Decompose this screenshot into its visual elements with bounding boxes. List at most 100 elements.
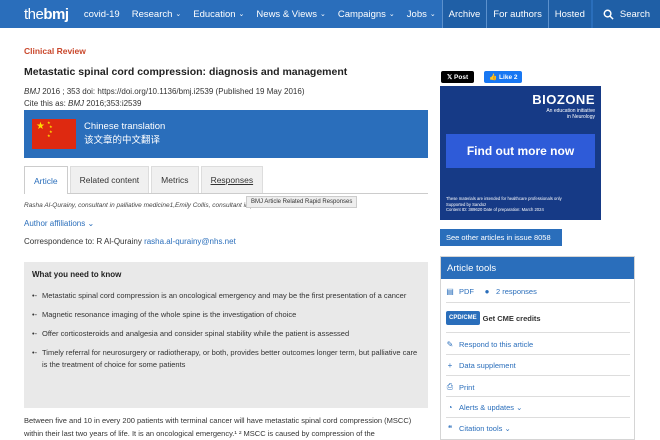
tab-related-content[interactable]: Related content (69, 166, 150, 193)
nav-item-news-views[interactable]: News & Views ⌄ (250, 0, 331, 28)
page-title: Metastatic spinal cord compression: diag… (24, 66, 348, 78)
chevron-down-icon: ⌄ (429, 11, 436, 18)
key-points-box: What you need to know •- Metastatic spina… (24, 262, 428, 408)
print-label: Print (459, 382, 475, 392)
ad-fine-print: These materials are intended for healthc… (446, 196, 562, 213)
bullet-text: Metastatic spinal cord compression is an… (42, 291, 407, 300)
nav-label: Education (193, 8, 236, 20)
correspondence-label: Correspondence to: R Al-Qurainy (24, 237, 145, 246)
china-flag-icon: ★ ★ ★ ★ ★ (32, 119, 76, 149)
citation-label: Citation tools (459, 424, 503, 433)
list-item: •- Magnetic resonance imaging of the whol… (32, 309, 420, 321)
chevron-down-icon: ⌄ (175, 11, 182, 18)
responses-label: 2 responses (496, 287, 537, 296)
print-link[interactable]: ⎙ Print (446, 382, 475, 392)
translation-sublabel: 该文章的中文翻译 (84, 135, 161, 146)
nav-label: Jobs (406, 8, 427, 20)
list-item: •- Timely referral for neurosurgery or ra… (32, 347, 420, 371)
cite-as-label: Cite this as: (24, 99, 69, 108)
nav-item-hosted[interactable]: Hosted (548, 0, 591, 28)
respond-link[interactable]: ✎ Respond to this article (446, 340, 534, 349)
speech-bubble-icon: ● (484, 287, 490, 296)
published-date: (Published 19 May 2016) (213, 87, 305, 96)
responses-link[interactable]: ● 2 responses (483, 287, 537, 296)
bullet-icon: •- (32, 291, 38, 300)
logo-the: the (24, 5, 44, 23)
key-points-title: What you need to know (32, 270, 122, 279)
pdf-link[interactable]: ▤ PDF (446, 287, 474, 296)
bmj-logo[interactable]: the bmj (0, 0, 78, 28)
article-tabs: Article Related content Metrics Response… (24, 166, 428, 194)
nav-item-jobs[interactable]: Jobs ⌄ (401, 0, 442, 28)
citation-tools-dropdown[interactable]: ❝ Citation tools ⌄ (446, 424, 511, 433)
bullet-icon: •- (32, 310, 38, 319)
ad-brand: BIOZONE (532, 92, 595, 107)
tab-responses-label: Responses (210, 175, 254, 185)
correspondence-email[interactable]: rasha.al-qurainy@nhs.net (144, 237, 236, 246)
nav-item-covid[interactable]: covid-19 (78, 0, 126, 28)
nav-item-research[interactable]: Research ⌄ (126, 0, 188, 28)
article-paragraph: Between five and 10 in every 200 patient… (24, 416, 412, 438)
divider (446, 396, 630, 397)
divider (446, 332, 630, 333)
data-supplement-link[interactable]: + Data supplement (446, 361, 516, 370)
pdf-label: PDF (459, 287, 474, 296)
x-post-button[interactable]: 𝕏 Post (441, 71, 475, 83)
tab-responses[interactable]: Responses (200, 166, 264, 193)
section-label[interactable]: Clinical Review (24, 46, 86, 56)
cme-label: Get CME credits (482, 313, 541, 323)
divider (446, 417, 630, 418)
post-label: Post (454, 74, 469, 81)
see-other-articles-button[interactable]: See other articles in issue 8058 (440, 229, 562, 246)
alerts-label: Alerts & updates (459, 403, 515, 412)
chevron-down-icon: ⌄ (238, 11, 245, 18)
chevron-down-icon: ⌄ (504, 424, 511, 433)
bullet-text: Offer corticosteroids and analgesia and … (42, 329, 350, 338)
chevron-down-icon: ⌄ (87, 219, 95, 228)
chinese-translation-banner[interactable]: ★ ★ ★ ★ ★ Chinese translation 该文章的中文翻译 (24, 110, 428, 158)
like-label: Like 2 (499, 74, 518, 81)
bullet-icon: •- (32, 329, 38, 338)
search-icon (603, 9, 614, 20)
journal-name: BMJ (68, 99, 85, 108)
divider (446, 375, 630, 376)
tab-metrics[interactable]: Metrics (151, 166, 199, 193)
facebook-like-button[interactable]: 👍 Like 2 (484, 71, 523, 83)
logo-bmj: bmj (43, 5, 69, 23)
ad-tagline: An education initiative in Neurology (546, 108, 595, 120)
doi-link[interactable]: https://doi.org/10.1136/bmj.i2539 (97, 87, 213, 96)
find-out-more-button[interactable]: Find out more now (446, 134, 595, 168)
thumbs-up-icon: 👍 (489, 74, 500, 81)
list-item: •- Offer corticosteroids and analgesia an… (32, 328, 420, 340)
bell-icon: ◔ (447, 403, 453, 412)
citation-line: BMJ 2016 ; 353 doi: https://doi.org/10.1… (24, 87, 305, 96)
search-label: Search (619, 8, 650, 20)
social-buttons: 𝕏 Post 👍 Like 2 (441, 71, 523, 83)
bullet-text: Timely referral for neurosurgery or radi… (42, 348, 418, 369)
nav-item-archive[interactable]: Archive (442, 0, 487, 28)
alerts-dropdown[interactable]: ◔ Alerts & updates ⌄ (446, 403, 523, 412)
nav-label: Campaigns (337, 8, 386, 20)
affiliations-label: Author affiliations (24, 219, 86, 228)
author-affiliations-toggle[interactable]: Author affiliations ⌄ (24, 219, 94, 228)
list-item: •- Metastatic spinal cord compression is … (32, 290, 420, 302)
correspondence: Correspondence to: R Al-Qurainy rasha.al… (24, 237, 236, 246)
citation-info: 2016 ; 353 doi: (40, 87, 98, 96)
nav-item-campaigns[interactable]: Campaigns ⌄ (332, 0, 401, 28)
cpd-cme-badge: CPD/CME (446, 311, 480, 325)
plus-icon: + (447, 361, 453, 370)
chevron-down-icon: ⌄ (388, 11, 395, 18)
translation-label: Chinese translation (84, 121, 166, 132)
tab-article[interactable]: Article (24, 166, 68, 194)
search-button[interactable]: Search (592, 0, 660, 28)
nav-item-education[interactable]: Education ⌄ (187, 0, 250, 28)
cme-credits-link[interactable]: CPD/CME Get CME credits (446, 311, 541, 325)
document-icon: ▤ (446, 287, 454, 296)
biozone-advert[interactable]: BIOZONE An education initiative in Neurol… (440, 86, 601, 220)
edit-icon: ✎ (446, 340, 454, 349)
cite-as-ref: 2016;353:i2539 (84, 99, 142, 108)
nav-label: For authors (493, 8, 542, 20)
tooltip: BMJ Article Related Rapid Responses (246, 196, 358, 208)
nav-item-for-authors[interactable]: For authors (487, 0, 548, 28)
bullet-text: Magnetic resonance imaging of the whole … (42, 310, 297, 319)
